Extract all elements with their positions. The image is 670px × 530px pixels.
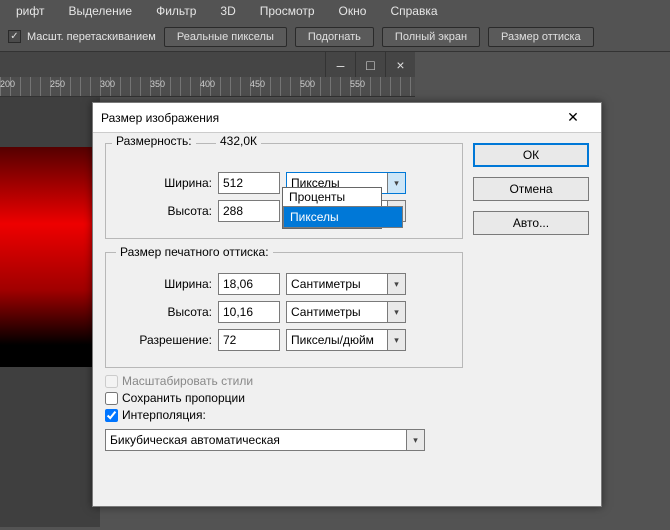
resolution-unit-select[interactable]: Пикселы/дюйм ▾: [286, 329, 406, 351]
print-size-button[interactable]: Размер оттиска: [488, 27, 594, 47]
canvas-area: [0, 97, 100, 527]
resolution-input[interactable]: [218, 329, 280, 351]
resolution-label: Разрешение:: [116, 333, 212, 347]
chevron-down-icon: ▾: [387, 274, 405, 294]
interpolation-label: Интерполяция:: [122, 408, 206, 422]
print-width-input[interactable]: [218, 273, 280, 295]
actual-pixels-button[interactable]: Реальные пикселы: [164, 27, 287, 47]
auto-button[interactable]: Авто...: [473, 211, 589, 235]
drag-zoom-checkbox[interactable]: ✓ Масшт. перетаскиванием: [8, 30, 156, 43]
width-label: Ширина:: [116, 176, 212, 190]
full-screen-button[interactable]: Полный экран: [382, 27, 480, 47]
document-window-titlebar: – □ ×: [0, 52, 415, 77]
height-label: Высота:: [116, 204, 212, 218]
menu-3d[interactable]: 3D: [208, 1, 247, 21]
constrain-proportions-label: Сохранить пропорции: [122, 391, 245, 405]
scale-styles-label: Масштабировать стили: [122, 374, 253, 388]
menu-select[interactable]: Выделение: [56, 1, 144, 21]
chevron-down-icon: ▾: [406, 430, 424, 450]
unit-option-percent[interactable]: Проценты: [283, 188, 381, 206]
constrain-proportions-checkbox[interactable]: [105, 392, 118, 405]
print-size-legend: Размер печатного оттиска:: [116, 245, 273, 259]
menu-filter[interactable]: Фильтр: [144, 1, 208, 21]
print-height-label: Высота:: [116, 305, 212, 319]
check-icon: ✓: [8, 30, 21, 43]
dialog-title: Размер изображения: [101, 111, 219, 125]
print-height-unit-select[interactable]: Сантиметры ▾: [286, 301, 406, 323]
width-input[interactable]: [218, 172, 280, 194]
menu-help[interactable]: Справка: [378, 1, 449, 21]
interpolation-checkbox[interactable]: [105, 409, 118, 422]
dimensions-label: Размерность:: [112, 134, 196, 148]
height-input[interactable]: [218, 200, 280, 222]
chevron-down-icon: ▾: [387, 173, 405, 193]
horizontal-ruler: 200 250 300 350 400 450 500 550: [0, 77, 415, 97]
dimensions-value: 432,0К: [216, 134, 261, 148]
unit-option-pixels[interactable]: Пикселы: [283, 206, 403, 228]
document-image[interactable]: [0, 147, 96, 367]
fit-screen-button[interactable]: Подогнать: [295, 27, 374, 47]
options-bar: ✓ Масшт. перетаскиванием Реальные пиксел…: [0, 22, 670, 52]
ok-button[interactable]: ОК: [473, 143, 589, 167]
maximize-button[interactable]: □: [355, 52, 385, 77]
chevron-down-icon: ▾: [387, 330, 405, 350]
interpolation-select[interactable]: Бикубическая автоматическая ▾: [105, 429, 425, 451]
menu-view[interactable]: Просмотр: [248, 1, 327, 21]
chevron-down-icon: ▾: [387, 302, 405, 322]
print-width-label: Ширина:: [116, 277, 212, 291]
cancel-button[interactable]: Отмена: [473, 177, 589, 201]
unit-dropdown-list[interactable]: Проценты Пикселы: [282, 187, 382, 229]
minimize-button[interactable]: –: [325, 52, 355, 77]
menu-type[interactable]: рифт: [4, 1, 56, 21]
print-size-group: Размер печатного оттиска: Ширина: Сантим…: [105, 245, 463, 368]
image-size-dialog: Размер изображения ✕ Размерность: 432,0К…: [92, 102, 602, 507]
print-height-input[interactable]: [218, 301, 280, 323]
drag-zoom-label: Масшт. перетаскиванием: [27, 31, 156, 43]
close-doc-button[interactable]: ×: [385, 52, 415, 77]
print-width-unit-select[interactable]: Сантиметры ▾: [286, 273, 406, 295]
menu-bar: рифт Выделение Фильтр 3D Просмотр Окно С…: [0, 0, 670, 22]
scale-styles-checkbox: [105, 375, 118, 388]
dialog-titlebar[interactable]: Размер изображения ✕: [93, 103, 601, 133]
menu-window[interactable]: Окно: [327, 1, 379, 21]
close-dialog-button[interactable]: ✕: [553, 104, 593, 132]
